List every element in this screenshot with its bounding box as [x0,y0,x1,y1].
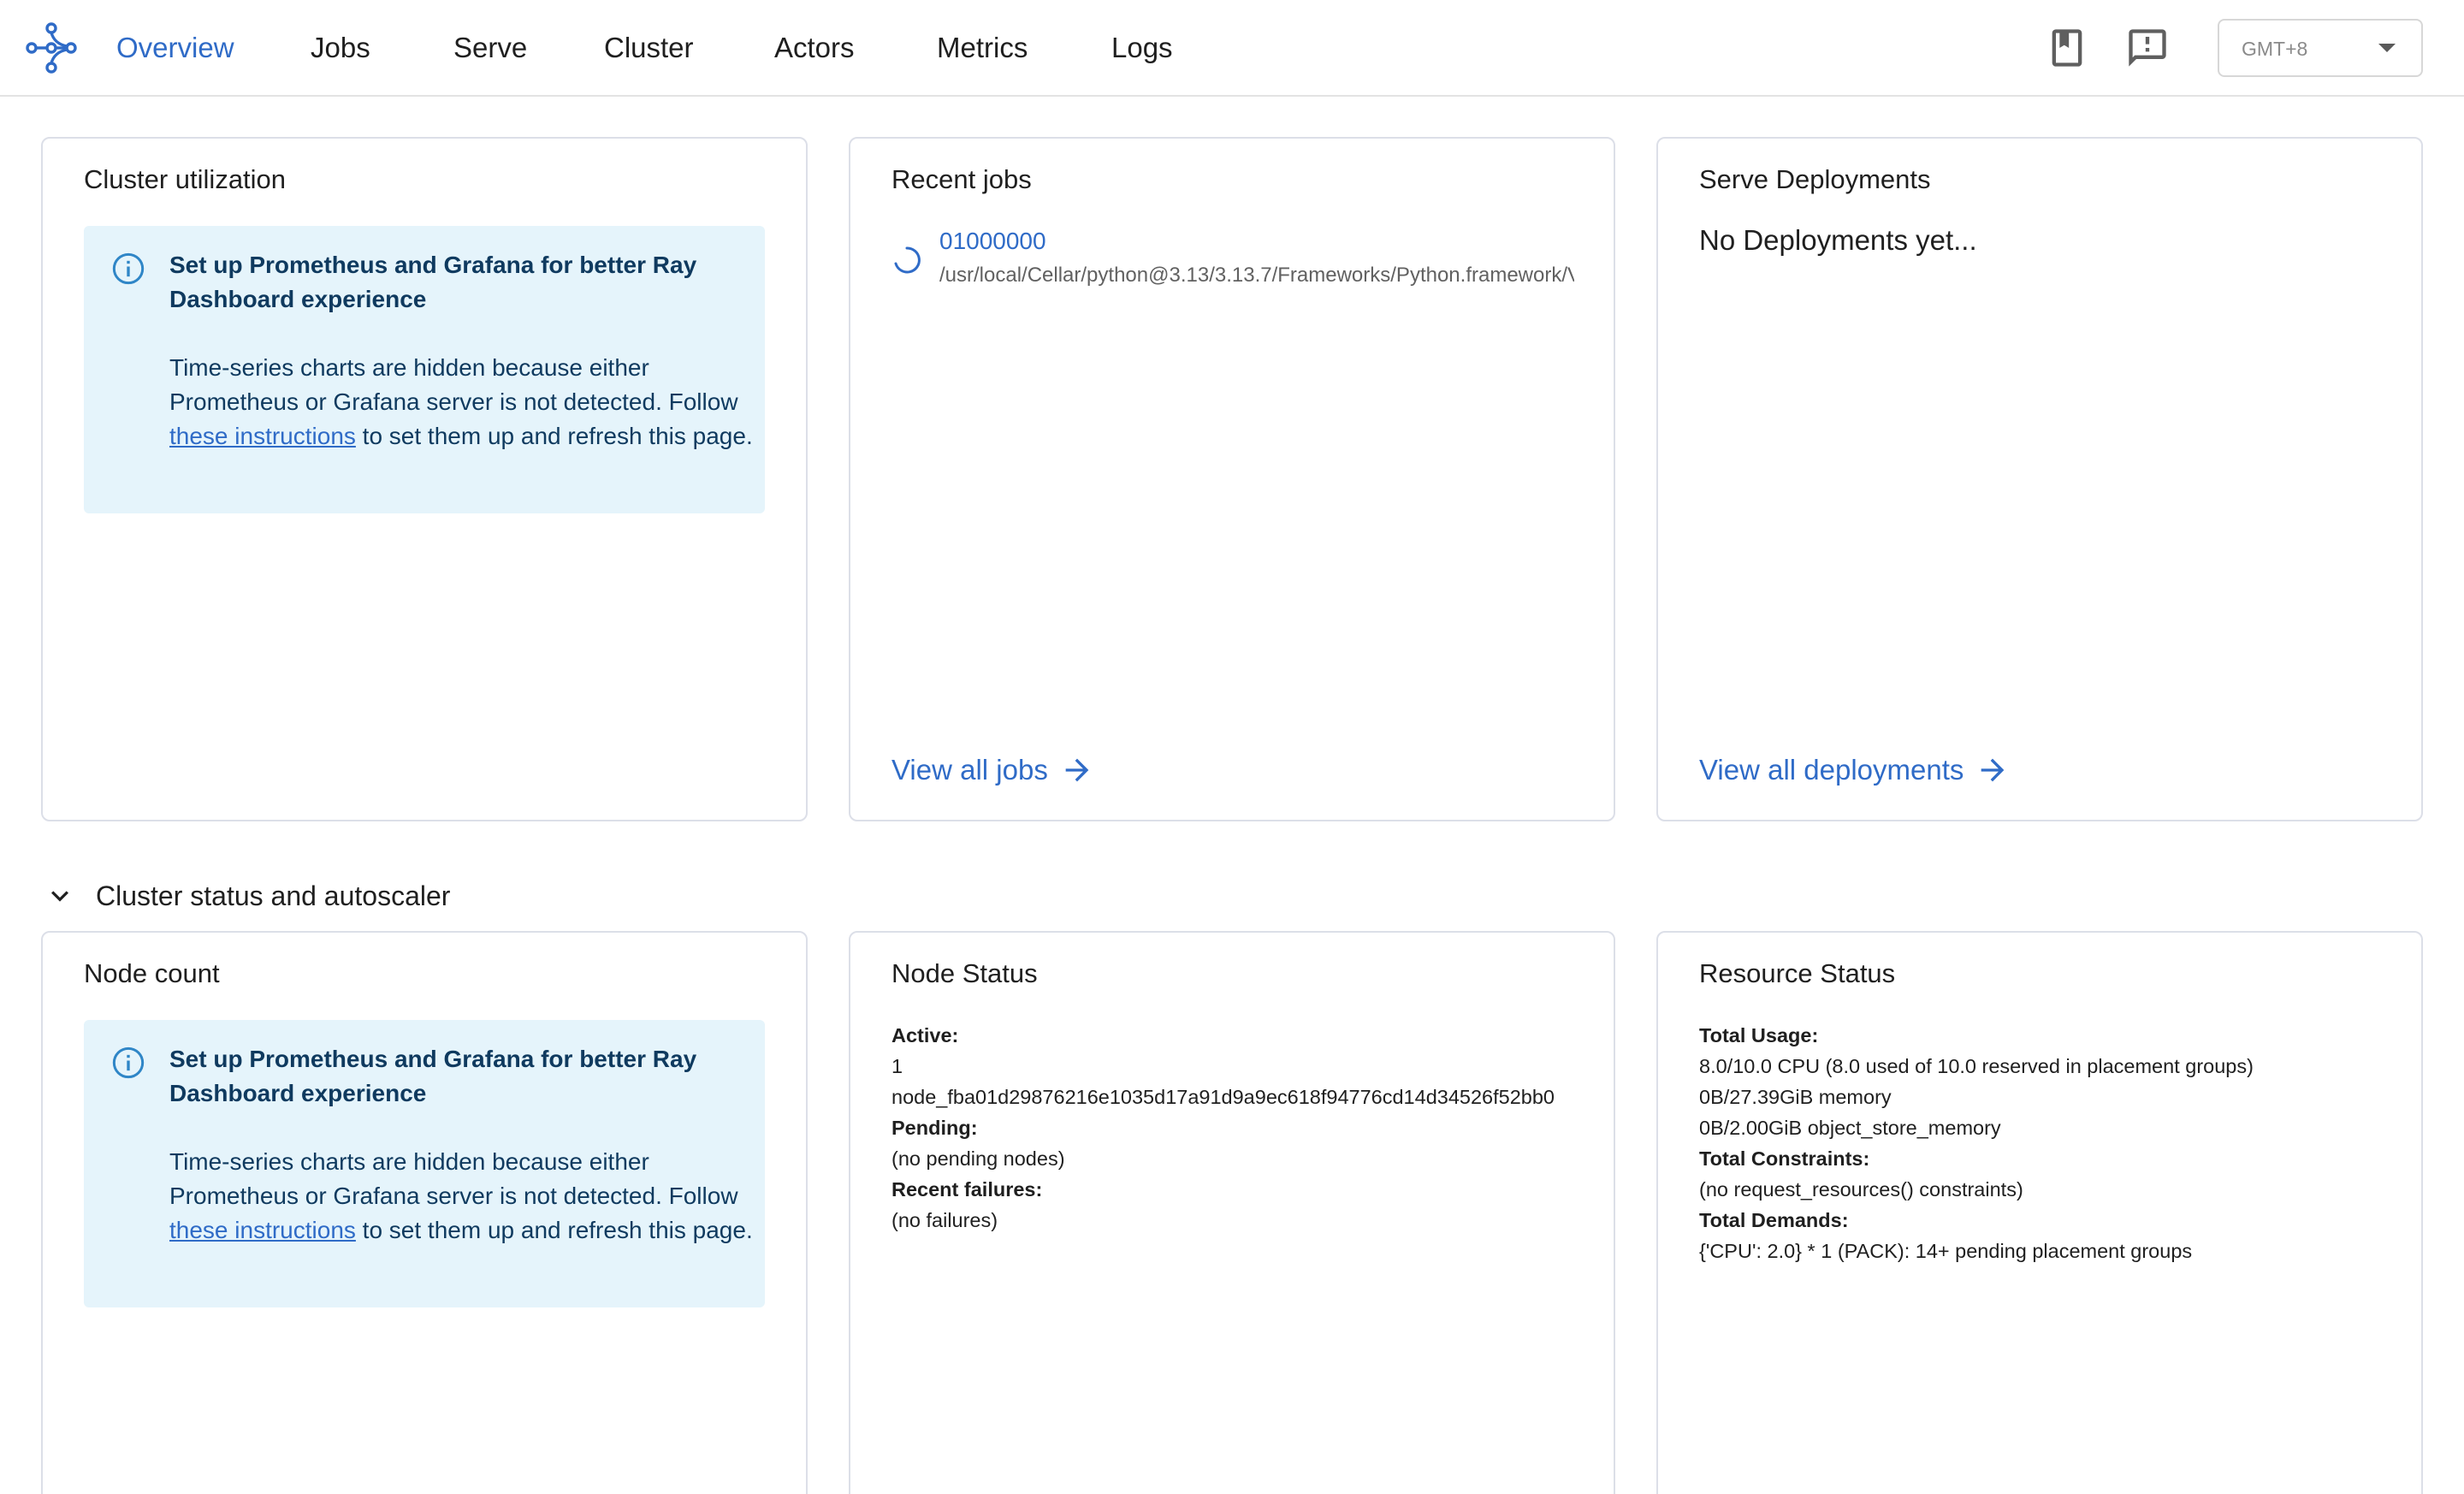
job-entrypoint: /usr/local/Cellar/python@3.13/3.13.7/Fra… [939,264,1574,287]
view-all-jobs-label: View all jobs [891,754,1048,786]
failures-label: Recent failures: [891,1178,1043,1201]
alert-body: Time-series charts are hidden because ei… [169,1145,760,1248]
view-all-deployments-label: View all deployments [1699,754,1964,786]
card-title: Recent jobs [891,164,1032,194]
instructions-link[interactable]: these instructions [169,1217,356,1243]
node-status-card: Node Status Active: 1 node_fba01d2987621… [849,931,1615,1494]
nav-tab-overview[interactable]: Overview [116,27,234,68]
cpu-usage: 8.0/10.0 CPU (8.0 used of 10.0 reserved … [1699,1055,2254,1077]
nav-tab-serve[interactable]: Serve [453,27,527,68]
nav-tab-logs[interactable]: Logs [1111,27,1173,68]
cluster-utilization-card: Cluster utilization Set up Prometheus an… [41,137,808,821]
job-id-link[interactable]: 01000000 [939,228,1046,255]
recent-jobs-card: Recent jobs 01000000 /usr/local/Cellar/p… [849,137,1615,821]
view-all-deployments-link[interactable]: View all deployments [1699,753,2010,787]
arrow-right-icon [1981,758,2005,782]
prometheus-info-alert: Set up Prometheus and Grafana for better… [84,1020,765,1307]
active-label: Active: [891,1024,959,1046]
timezone-value: GMT+8 [2242,38,2308,60]
chevron-down-icon [51,891,68,902]
object-store-usage: 0B/2.00GiB object_store_memory [1699,1117,2001,1139]
top-navigation-bar: Overview Jobs Serve Cluster Actors Metri… [0,0,2464,97]
total-constraints-label: Total Constraints: [1699,1147,1870,1170]
resource-status-text: Total Usage: 8.0/10.0 CPU (8.0 used of 1… [1699,1020,2384,1266]
total-usage-label: Total Usage: [1699,1024,1819,1046]
card-title: Serve Deployments [1699,164,1931,194]
active-count: 1 [891,1055,903,1077]
node-status-text: Active: 1 node_fba01d29876216e1035d17a91… [891,1020,1576,1236]
running-spinner-icon [894,246,921,274]
alert-body: Time-series charts are hidden because ei… [169,351,760,454]
memory-usage: 0B/27.39GiB memory [1699,1086,1892,1108]
total-demands-label: Total Demands: [1699,1209,1849,1231]
cluster-status-section-toggle[interactable]: Cluster status and autoscaler [43,876,450,916]
serve-deployments-card: Serve Deployments No Deployments yet... … [1656,137,2423,821]
ray-logo-icon[interactable] [24,21,79,75]
feedback-icon[interactable] [2125,26,2170,70]
failures-value: (no failures) [891,1209,998,1231]
resource-status-card: Resource Status Total Usage: 8.0/10.0 CP… [1656,931,2423,1494]
alert-title: Set up Prometheus and Grafana for better… [169,1046,697,1106]
pending-label: Pending: [891,1117,978,1139]
arrow-right-icon [1065,758,1089,782]
card-title: Node count [84,958,220,988]
nav-tab-cluster[interactable]: Cluster [604,27,694,68]
active-node-id: node_fba01d29876216e1035d17a91d9a9ec618f… [891,1086,1555,1108]
card-title: Cluster utilization [84,164,287,194]
view-all-jobs-link[interactable]: View all jobs [891,753,1094,787]
chevron-down-icon [2378,44,2396,52]
alert-body-text: Time-series charts are hidden because ei… [169,354,738,415]
alert-body-text-end: to set them up and refresh this page. [355,1217,753,1243]
alert-body-text: Time-series charts are hidden because ei… [169,1148,738,1209]
node-count-card: Node count Set up Prometheus and Grafana… [41,931,808,1494]
info-icon [112,1046,145,1079]
alert-title: Set up Prometheus and Grafana for better… [169,252,697,312]
info-icon [112,252,145,285]
instructions-link[interactable]: these instructions [169,423,356,449]
constraints-value: (no request_resources() constraints) [1699,1178,2023,1201]
prometheus-info-alert: Set up Prometheus and Grafana for better… [84,226,765,513]
nav-tab-metrics[interactable]: Metrics [937,27,1028,68]
pending-value: (no pending nodes) [891,1147,1065,1170]
empty-deployments-message: No Deployments yet... [1699,224,1977,256]
timezone-select[interactable]: GMT+8 [2218,19,2423,77]
book-icon[interactable] [2045,26,2089,70]
alert-body-text-end: to set them up and refresh this page. [355,423,753,449]
demands-value: {'CPU': 2.0} * 1 (PACK): 14+ pending pla… [1699,1240,2193,1262]
card-title: Node Status [891,958,1038,988]
card-title: Resource Status [1699,958,1896,988]
nav-tab-actors[interactable]: Actors [774,27,855,68]
section-label: Cluster status and autoscaler [96,880,451,911]
nav-tab-jobs[interactable]: Jobs [311,27,370,68]
